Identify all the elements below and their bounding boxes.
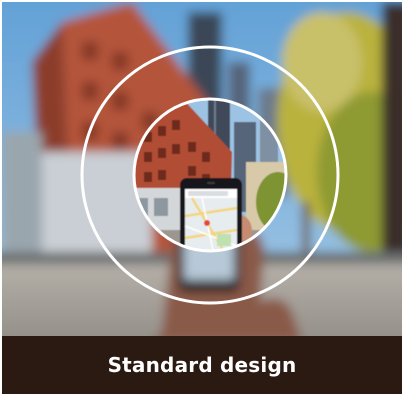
- street-photo: [2, 2, 402, 336]
- design-option-card[interactable]: Standard design: [2, 2, 402, 394]
- caption-label: Standard design: [107, 353, 297, 377]
- caption-bar: Standard design: [2, 336, 402, 394]
